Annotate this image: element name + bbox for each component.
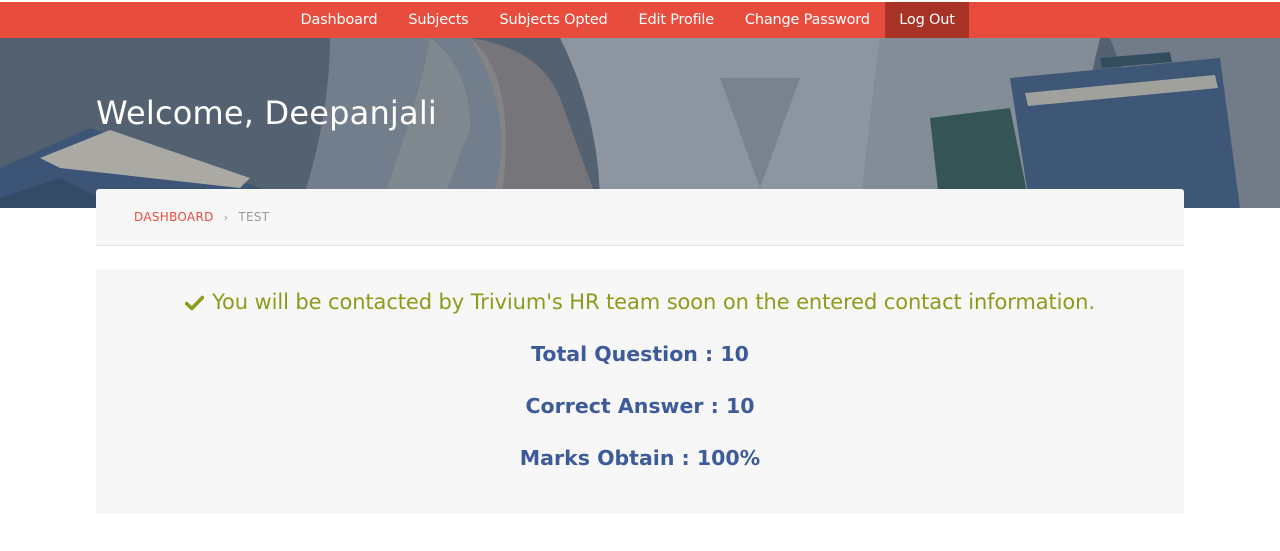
- breadcrumb: DASHBOARD › TEST: [96, 189, 1184, 246]
- success-message-text: You will be contacted by Trivium's HR te…: [212, 290, 1095, 314]
- marks-obtain-stat: Marks Obtain : 100%: [519, 446, 761, 470]
- nav-item-subjects[interactable]: Subjects: [393, 2, 484, 38]
- page-title: Welcome, Deepanjali: [96, 94, 438, 132]
- success-message: You will be contacted by Trivium's HR te…: [96, 290, 1184, 316]
- nav-menu: Dashboard Subjects Subjects Opted Edit P…: [285, 2, 969, 38]
- nav-item-change-password[interactable]: Change Password: [729, 2, 885, 38]
- top-navigation-bar: Dashboard Subjects Subjects Opted Edit P…: [0, 0, 1280, 38]
- nav-item-log-out[interactable]: Log Out: [885, 2, 969, 38]
- hero-banner: Welcome, Deepanjali: [0, 38, 1280, 208]
- total-question-stat: Total Question : 10: [531, 342, 749, 366]
- nav-item-dashboard[interactable]: Dashboard: [285, 2, 393, 38]
- breadcrumb-current: TEST: [238, 210, 270, 224]
- nav-item-edit-profile[interactable]: Edit Profile: [623, 2, 729, 38]
- check-icon: [184, 292, 205, 316]
- nav-item-subjects-opted[interactable]: Subjects Opted: [484, 2, 623, 38]
- correct-answer-stat: Correct Answer : 10: [525, 394, 755, 418]
- test-result-panel: You will be contacted by Trivium's HR te…: [96, 269, 1184, 514]
- breadcrumb-link-dashboard[interactable]: DASHBOARD: [134, 210, 214, 224]
- chevron-right-icon: ›: [223, 210, 229, 224]
